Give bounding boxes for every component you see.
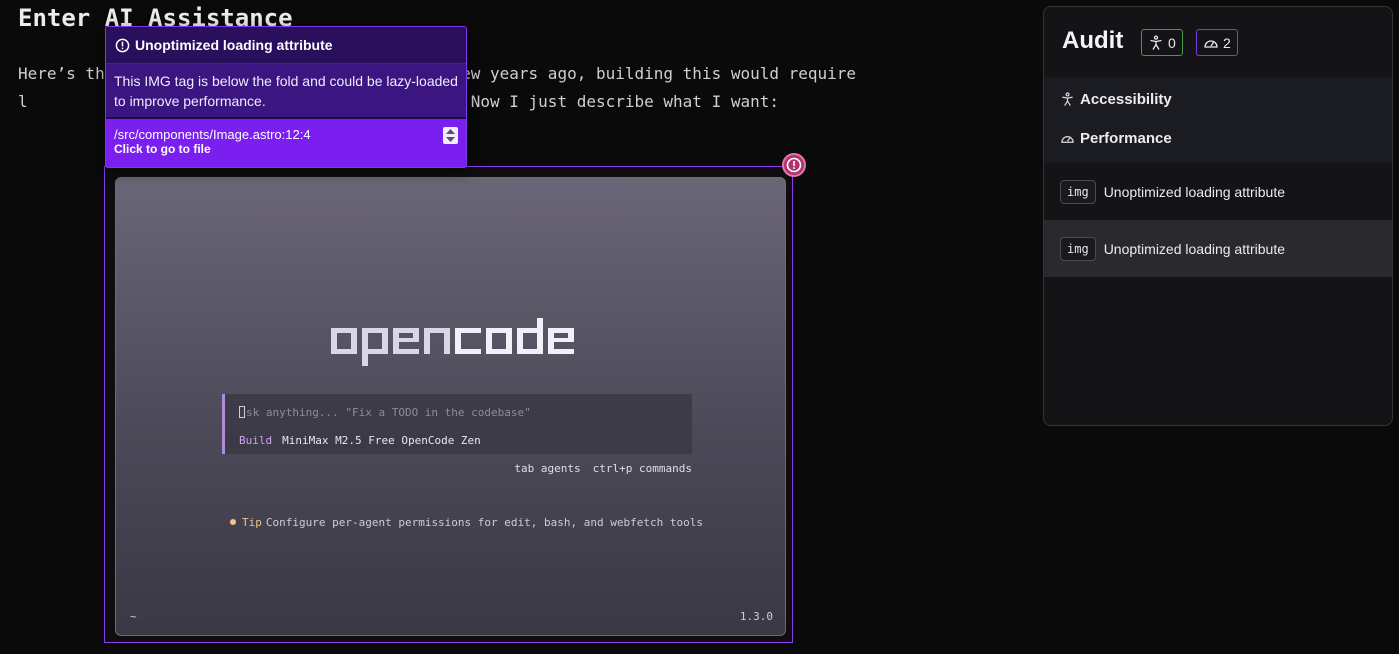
- go-to-file-link[interactable]: /src/components/Image.astro:12:4 Click t…: [106, 119, 466, 167]
- audit-title: Audit: [1062, 27, 1124, 54]
- footer-version: 1.3.0: [739, 610, 773, 623]
- issue-label: Unoptimized loading attribute: [1103, 183, 1286, 200]
- shortcut-hints: tab agents ctrl+p commands: [416, 462, 692, 475]
- shortcut-commands: ctrl+p commands: [592, 462, 692, 475]
- issue-stepper[interactable]: [443, 127, 458, 144]
- tooltip-message: This IMG tag is below the fold and could…: [106, 64, 466, 119]
- accessibility-count: 0: [1168, 34, 1176, 51]
- tip-dot-icon: [230, 519, 236, 525]
- highlighted-image[interactable]: sk anything... "Fix a TODO in the codeba…: [104, 166, 793, 643]
- chevron-down-icon[interactable]: [446, 137, 455, 143]
- element-tag: img: [1060, 236, 1096, 261]
- page: Enter AI Assistance Here’s th A few year…: [0, 0, 1399, 654]
- prompt-placeholder: sk anything... "Fix a TODO in the codeba…: [246, 406, 531, 419]
- alert-circle-icon: [786, 157, 802, 173]
- prompt-box[interactable]: sk anything... "Fix a TODO in the codeba…: [222, 394, 692, 454]
- alert-circle-icon: [115, 38, 130, 52]
- issue-row[interactable]: img Unoptimized loading attribute: [1044, 220, 1392, 277]
- performance-count: 2: [1223, 34, 1231, 51]
- chevron-up-icon[interactable]: [446, 128, 455, 134]
- text-cursor: [239, 406, 245, 418]
- model-name: MiniMax M2.5 Free OpenCode Zen: [282, 434, 481, 447]
- prompt-status: Build MiniMax M2.5 Free OpenCode Zen: [239, 434, 481, 447]
- category-label: Accessibility: [1080, 91, 1172, 108]
- tip-label: Tip: [242, 516, 262, 529]
- footer-path: ~: [130, 610, 137, 623]
- audit-panel: Audit 0 2 Accessibility Performance img …: [1043, 6, 1393, 426]
- gauge-icon: [1204, 39, 1218, 48]
- opencode-logo: [331, 318, 574, 366]
- gauge-icon: [1061, 136, 1074, 143]
- issue-row[interactable]: img Unoptimized loading attribute: [1044, 163, 1392, 220]
- accessibility-icon: [1150, 34, 1162, 50]
- category-label: Performance: [1080, 130, 1172, 147]
- file-path: /src/components/Image.astro:12:4: [114, 127, 311, 142]
- issue-label: Unoptimized loading attribute: [1103, 240, 1286, 257]
- file-hint: Click to go to file: [114, 142, 211, 156]
- opencode-screenshot: sk anything... "Fix a TODO in the codeba…: [115, 177, 786, 636]
- tooltip-header: Unoptimized loading attribute: [106, 27, 466, 64]
- performance-count-badge[interactable]: 2: [1196, 29, 1238, 56]
- shortcut-agents: tab agents: [514, 462, 581, 475]
- accessibility-icon: [1062, 92, 1073, 106]
- category-accessibility[interactable]: Accessibility: [1060, 91, 1172, 108]
- audit-header: Audit 0 2: [1044, 7, 1392, 77]
- category-list: Accessibility Performance: [1044, 77, 1392, 163]
- tooltip-title: Unoptimized loading attribute: [135, 37, 333, 53]
- tip-text: Configure per-agent permissions for edit…: [265, 516, 703, 529]
- issue-marker-button[interactable]: [782, 153, 806, 177]
- tip-line: Tip Configure per-agent permissions for e…: [230, 516, 703, 529]
- issue-tooltip: Unoptimized loading attribute This IMG t…: [105, 26, 467, 168]
- prompt-input[interactable]: sk anything... "Fix a TODO in the codeba…: [239, 406, 531, 419]
- accessibility-count-badge[interactable]: 0: [1141, 29, 1183, 56]
- element-tag: img: [1060, 179, 1096, 204]
- category-performance[interactable]: Performance: [1060, 130, 1172, 147]
- agent-mode: Build: [239, 434, 273, 447]
